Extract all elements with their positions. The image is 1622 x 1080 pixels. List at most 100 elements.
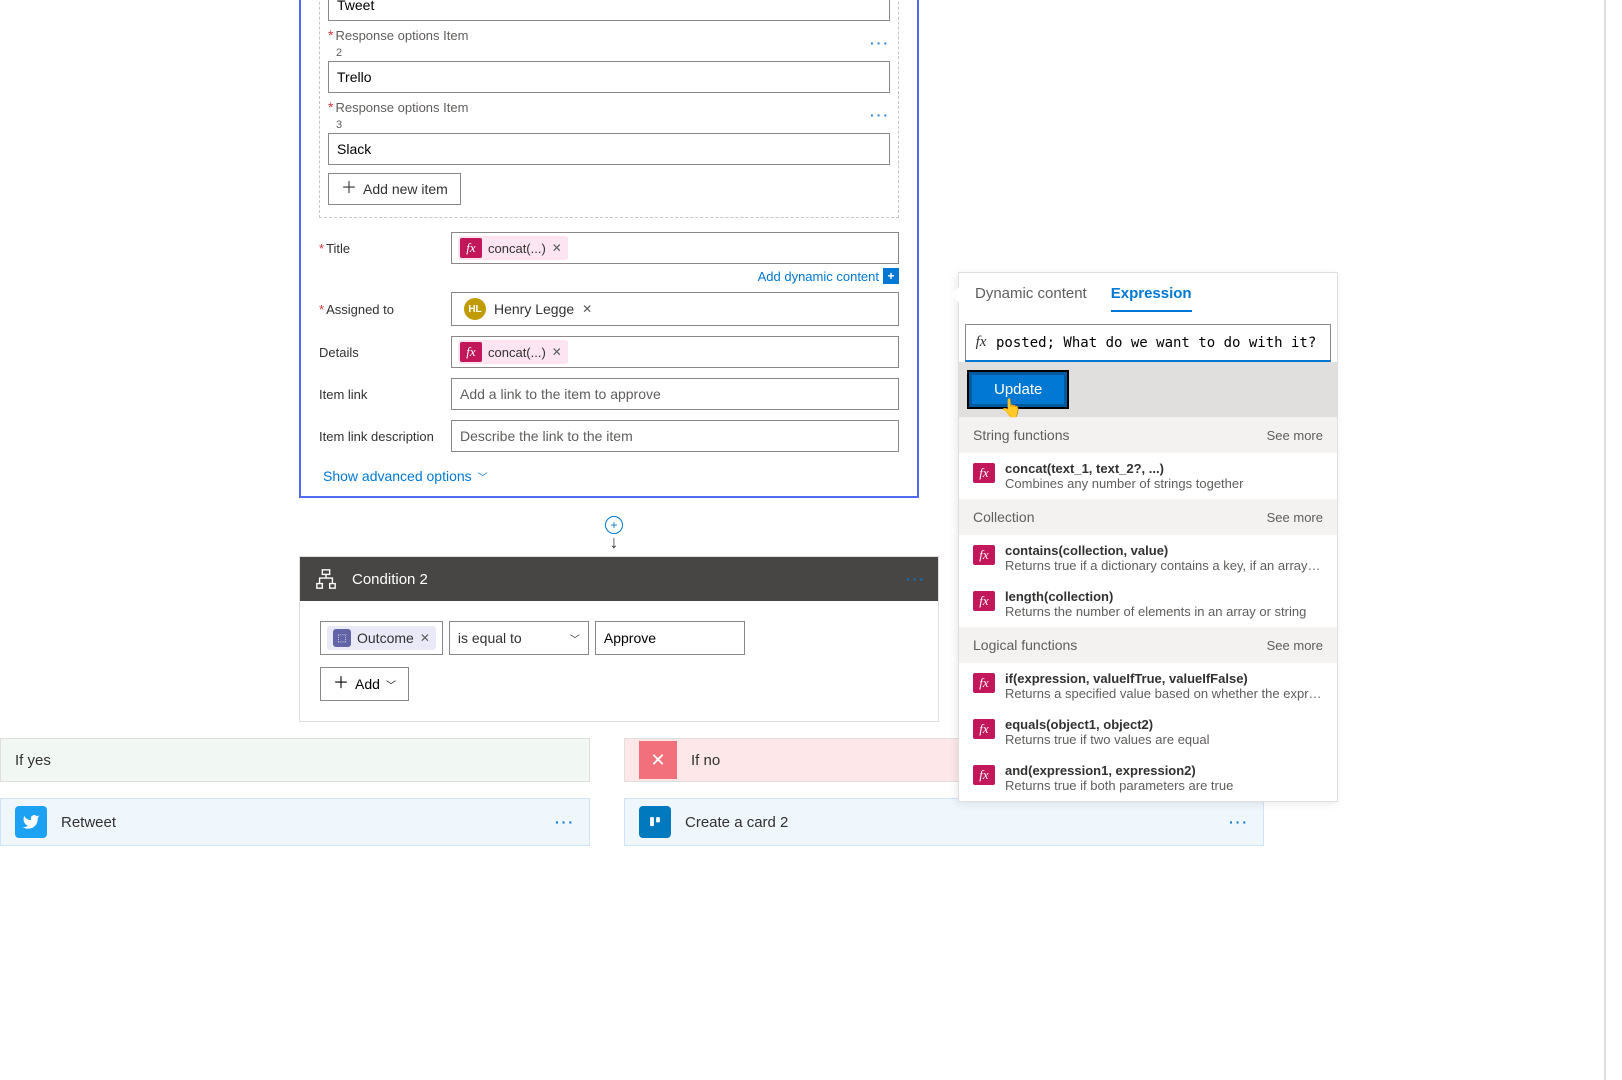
plus-icon: ＋ [341, 181, 357, 197]
show-advanced-options-link[interactable]: Show advanced options ﹀ [323, 468, 488, 484]
function-category-header: Logical functionsSee more [959, 627, 1337, 663]
see-more-link[interactable]: See more [1267, 428, 1323, 443]
chevron-down-icon: ﹀ [478, 469, 488, 484]
assigned-to-input[interactable]: HL Henry Legge ✕ [451, 292, 899, 326]
create-card-title: Create a card 2 [685, 814, 1215, 831]
remove-details-pill[interactable]: ✕ [552, 345, 562, 359]
twitter-icon [15, 806, 47, 838]
if-yes-header[interactable]: If yes [0, 738, 590, 782]
fx-icon: fx [973, 719, 995, 739]
approval-action-card: *Response options Item2 ··· *Response op… [299, 0, 919, 498]
update-button[interactable]: Update [969, 372, 1067, 407]
function-signature: and(expression1, expression2) [1005, 763, 1323, 778]
see-more-link[interactable]: See more [1267, 638, 1323, 653]
add-dynamic-content-link[interactable]: Add dynamic content [758, 269, 879, 284]
fx-icon: fx [973, 673, 995, 693]
assigned-to-label: *Assigned to [319, 302, 439, 317]
function-item[interactable]: fx concat(text_1, text_2?, ...) Combines… [959, 453, 1337, 499]
function-signature: if(expression, valueIfTrue, valueIfFalse… [1005, 671, 1323, 686]
retweet-action[interactable]: Retweet ··· [0, 798, 590, 846]
details-concat-pill[interactable]: fx concat(...) ✕ [458, 340, 568, 364]
expression-input[interactable] [996, 335, 1330, 351]
condition-menu[interactable]: ··· [906, 571, 926, 587]
fx-icon: fx [460, 238, 482, 258]
function-description: Combines any number of strings together [1005, 476, 1323, 491]
remove-person[interactable]: ✕ [582, 302, 592, 316]
right-border [1604, 0, 1606, 1080]
condition-title: Condition 2 [352, 571, 894, 588]
teams-icon: ⬚ [333, 629, 351, 647]
details-label: Details [319, 345, 439, 360]
fx-icon: fx [973, 545, 995, 565]
function-description: Returns a specified value based on wheth… [1005, 686, 1323, 701]
expression-panel: Dynamic content Expression fx Update Str… [958, 272, 1338, 802]
function-signature: concat(text_1, text_2?, ...) [1005, 461, 1323, 476]
function-description: Returns true if a dictionary contains a … [1005, 558, 1323, 573]
function-list: String functionsSee morefx concat(text_1… [959, 417, 1337, 801]
add-new-item-button[interactable]: ＋ Add new item [328, 173, 461, 205]
function-category-header: String functionsSee more [959, 417, 1337, 453]
details-input[interactable]: fx concat(...) ✕ [451, 336, 899, 368]
retweet-title: Retweet [61, 814, 541, 831]
expression-input-row: fx [965, 324, 1331, 362]
fx-icon: fx [460, 342, 482, 362]
condition-operator-select[interactable]: is equal to ﹀ [449, 621, 589, 655]
add-dynamic-content-plus-icon[interactable]: + [883, 268, 899, 284]
trello-icon [639, 806, 671, 838]
function-item[interactable]: fx equals(object1, object2) Returns true… [959, 709, 1337, 755]
condition-icon [312, 565, 340, 593]
fx-icon: fx [966, 334, 996, 351]
function-signature: equals(object1, object2) [1005, 717, 1323, 732]
close-icon: ✕ [639, 741, 677, 779]
outcome-pill[interactable]: ⬚ Outcome ✕ [327, 626, 436, 650]
assigned-person-pill[interactable]: HL Henry Legge ✕ [458, 296, 598, 322]
fx-icon: fx [973, 591, 995, 611]
item-link-desc-input[interactable] [451, 420, 899, 452]
if-yes-branch: If yes Retweet ··· [0, 738, 590, 846]
response-item-3-label: Response options Item [335, 100, 468, 115]
create-card-menu[interactable]: ··· [1229, 814, 1249, 830]
function-description: Returns the number of elements in an arr… [1005, 604, 1323, 619]
function-description: Returns true if two values are equal [1005, 732, 1323, 747]
add-step-connector[interactable]: + ↓ [605, 516, 623, 553]
remove-outcome[interactable]: ✕ [420, 631, 430, 645]
response-item-3-menu[interactable]: ··· [870, 107, 890, 123]
avatar: HL [464, 298, 486, 320]
condition-card: Condition 2 ··· ⬚ Outcome ✕ is equal to … [299, 556, 939, 722]
tab-expression[interactable]: Expression [1111, 285, 1192, 312]
title-concat-pill[interactable]: fx concat(...) ✕ [458, 236, 568, 260]
response-item-2-label: Response options Item [335, 28, 468, 43]
title-input[interactable]: fx concat(...) ✕ [451, 232, 899, 264]
function-signature: contains(collection, value) [1005, 543, 1323, 558]
function-signature: length(collection) [1005, 589, 1323, 604]
add-condition-button[interactable]: ＋ Add ﹀ [320, 667, 409, 701]
condition-left-value[interactable]: ⬚ Outcome ✕ [320, 621, 443, 655]
item-link-label: Item link [319, 387, 439, 402]
remove-title-pill[interactable]: ✕ [552, 241, 562, 255]
response-item-2-input[interactable] [328, 61, 890, 93]
response-item-1-input[interactable] [328, 0, 890, 21]
tab-dynamic-content[interactable]: Dynamic content [975, 285, 1087, 312]
condition-right-value[interactable] [595, 621, 745, 655]
item-link-input[interactable] [451, 378, 899, 410]
chevron-down-icon: ﹀ [386, 677, 396, 692]
function-description: Returns true if both parameters are true [1005, 778, 1323, 793]
plus-icon: ＋ [333, 676, 349, 692]
chevron-down-icon: ﹀ [570, 631, 580, 646]
fx-icon: fx [973, 765, 995, 785]
function-category-header: CollectionSee more [959, 499, 1337, 535]
retweet-menu[interactable]: ··· [555, 814, 575, 830]
see-more-link[interactable]: See more [1267, 510, 1323, 525]
create-card-action[interactable]: Create a card 2 ··· [624, 798, 1264, 846]
if-yes-label: If yes [15, 752, 575, 769]
function-item[interactable]: fx length(collection) Returns the number… [959, 581, 1337, 627]
item-link-desc-label: Item link description [319, 429, 439, 444]
fx-icon: fx [973, 463, 995, 483]
condition-header[interactable]: Condition 2 ··· [300, 557, 938, 601]
title-label: *Title [319, 241, 439, 256]
response-item-2-menu[interactable]: ··· [870, 35, 890, 51]
function-item[interactable]: fx if(expression, valueIfTrue, valueIfFa… [959, 663, 1337, 709]
function-item[interactable]: fx and(expression1, expression2) Returns… [959, 755, 1337, 801]
function-item[interactable]: fx contains(collection, value) Returns t… [959, 535, 1337, 581]
response-item-3-input[interactable] [328, 133, 890, 165]
